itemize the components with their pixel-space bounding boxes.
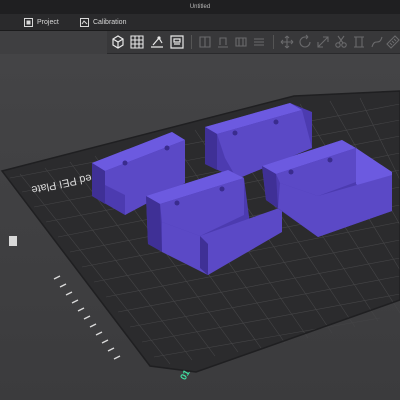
rotate-icon[interactable] [297,34,313,50]
disabled-tool-1-icon[interactable] [197,34,213,50]
object-toolbar [107,31,400,54]
tab-calibration-label: Calibration [93,18,127,26]
tab-project-label: Project [37,18,59,26]
disabled-tool-4-icon[interactable] [251,34,267,50]
toolbar-divider [273,35,274,49]
plate-logo [9,236,17,246]
support-icon[interactable] [351,34,367,50]
window-title: Untitled [189,4,211,10]
auto-orient-icon[interactable] [149,34,165,50]
grid-icon[interactable] [129,34,145,50]
tab-project[interactable]: Project [24,14,59,30]
measure-icon[interactable] [385,34,400,50]
project-icon [24,17,33,27]
add-cube-icon[interactable] [110,34,126,50]
tab-calibration[interactable]: Calibration [80,14,126,30]
toolbar-divider [191,35,192,49]
arrange-icon[interactable] [169,34,185,50]
disabled-tool-2-icon[interactable] [215,34,231,50]
menu-bar: Project Calibration [0,14,400,31]
disabled-tool-3-icon[interactable] [233,34,249,50]
3d-viewport[interactable]: Textured PEI Plate 01 [0,54,400,400]
cut-icon[interactable] [333,34,349,50]
scale-icon[interactable] [315,34,331,50]
title-bar: Untitled [0,0,400,14]
seam-icon[interactable] [369,34,385,50]
calibration-icon [80,17,89,27]
move-icon[interactable] [279,34,295,50]
